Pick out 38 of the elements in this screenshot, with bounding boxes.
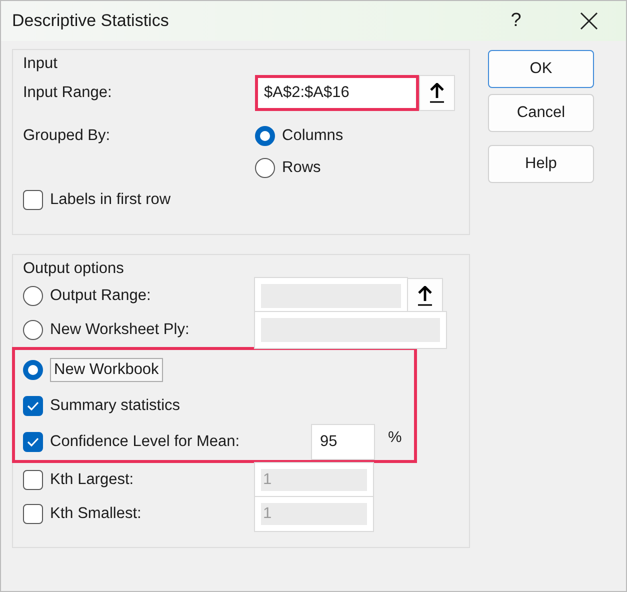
range-picker-button[interactable] bbox=[419, 75, 455, 111]
option-label: Summary statistics bbox=[50, 397, 180, 415]
input-range-field[interactable]: $A$2:$A$16 bbox=[255, 75, 419, 111]
option-label: Kth Smallest: bbox=[50, 505, 142, 523]
radio-button[interactable] bbox=[255, 158, 275, 178]
option-label: Confidence Level for Mean: bbox=[50, 433, 240, 451]
option-label: Rows bbox=[282, 159, 321, 177]
radio-button[interactable] bbox=[255, 126, 275, 146]
up-arrow-icon bbox=[429, 83, 445, 103]
radio-button[interactable] bbox=[23, 360, 43, 380]
percent-sign: % bbox=[388, 429, 402, 447]
option-label: Labels in first row bbox=[50, 191, 171, 209]
ok-button[interactable]: OK bbox=[488, 50, 594, 88]
close-icon[interactable] bbox=[580, 12, 598, 30]
checkbox[interactable] bbox=[23, 470, 43, 490]
option-label: Output Range: bbox=[50, 287, 151, 305]
up-arrow-icon bbox=[417, 286, 433, 306]
checkbox[interactable] bbox=[23, 504, 43, 524]
radio-button[interactable] bbox=[23, 286, 43, 306]
help-button[interactable]: Help bbox=[488, 145, 594, 183]
check-icon bbox=[27, 437, 39, 447]
group-title: Output options bbox=[23, 259, 125, 279]
help-button[interactable]: ? bbox=[496, 10, 536, 32]
option-label: Columns bbox=[282, 127, 344, 145]
option-label: Kth Largest: bbox=[50, 471, 134, 489]
field-label: Grouped By: bbox=[23, 127, 112, 145]
cancel-button[interactable]: Cancel bbox=[488, 94, 594, 132]
checkbox[interactable] bbox=[23, 396, 43, 416]
window-title: Descriptive Statistics bbox=[12, 11, 170, 31]
checkbox[interactable] bbox=[23, 190, 43, 210]
radio-button[interactable] bbox=[23, 320, 43, 340]
checkbox[interactable] bbox=[23, 432, 43, 452]
group-title: Input bbox=[23, 54, 58, 74]
check-icon bbox=[27, 401, 39, 411]
field-label: Input Range: bbox=[23, 84, 113, 102]
text-field[interactable]: 95 bbox=[311, 424, 375, 460]
option-label: New Worksheet Ply: bbox=[50, 321, 190, 339]
focused-option-label: New Workbook bbox=[50, 358, 163, 382]
